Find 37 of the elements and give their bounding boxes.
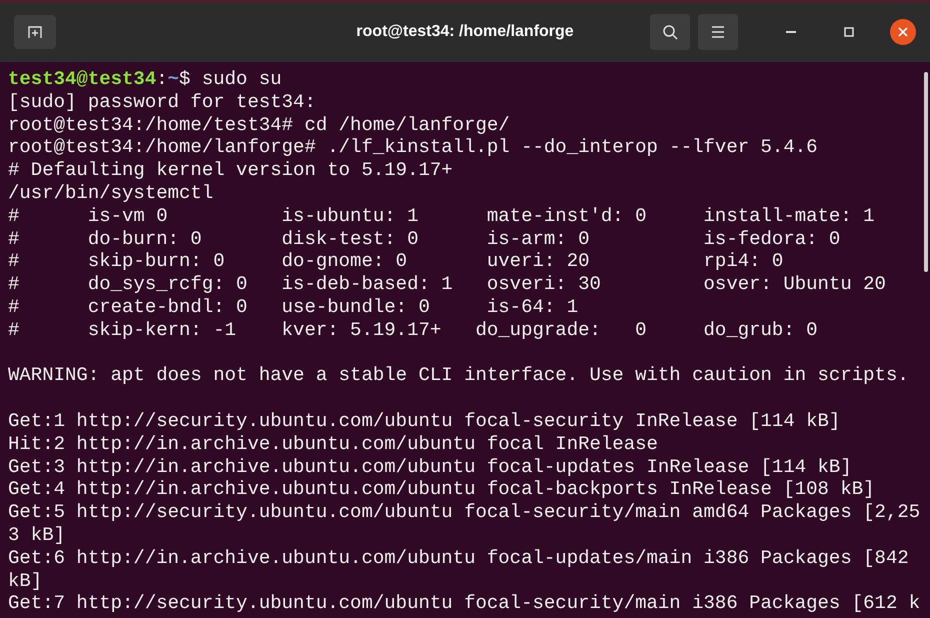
prompt-user-host: test34@test34 <box>8 68 156 90</box>
terminal-line: Get:1 http://security.ubuntu.com/ubuntu focal-security InRelease [114 kB] <box>8 410 840 432</box>
terminal-line: root@test34:/home/lanforge# ./lf_kinstall.pl --do_interop --lfver 5.4.6 <box>8 136 818 158</box>
terminal-line: WARNING: apt does not have a stable CLI interface. Use with caution in scripts. <box>8 364 909 386</box>
command-text: $ sudo su <box>179 68 282 90</box>
terminal-line: # skip-burn: 0 do-gnome: 0 uveri: 20 rpi4: 0 <box>8 250 784 272</box>
new-tab-button[interactable] <box>14 15 56 49</box>
menu-button[interactable] <box>698 14 738 50</box>
terminal-line: # is-vm 0 is-ubuntu: 1 mate-inst'd: 0 install-mate: 1 <box>8 204 875 227</box>
close-button[interactable] <box>890 19 916 45</box>
close-icon <box>898 27 908 37</box>
search-icon <box>662 24 678 40</box>
terminal-line: [sudo] password for test34: <box>8 90 316 113</box>
search-button[interactable] <box>650 14 690 50</box>
scrollbar-thumb[interactable] <box>924 72 928 272</box>
new-tab-icon <box>28 25 42 39</box>
terminal-line: root@test34:/home/test34# cd /home/lanforge/ <box>8 114 510 136</box>
terminal-line: Get:4 http://in.archive.ubuntu.com/ubuntu focal-backports InRelease [108 kB] <box>8 478 875 500</box>
maximize-icon <box>844 27 854 37</box>
terminal-line: Get:7 http://security.ubuntu.com/ubuntu focal-security/main i386 Packages [612 k <box>8 592 920 614</box>
terminal-line: # do-burn: 0 disk-test: 0 is-arm: 0 is-fedora: 0 <box>8 228 840 250</box>
terminal-line: # do_sys_rcfg: 0 is-deb-based: 1 osveri: 30 osver: Ubuntu 20 <box>8 273 886 296</box>
window-title: root@test34: /home/lanforge <box>355 22 575 42</box>
terminal-line: # create-bndl: 0 use-bundle: 0 is-64: 1 <box>8 296 578 318</box>
menu-icon <box>711 26 725 38</box>
terminal-line: Get:3 http://in.archive.ubuntu.com/ubuntu focal-updates InRelease [114 kB] <box>8 456 852 478</box>
terminal-line: Get:5 http://security.ubuntu.com/ubuntu focal-security/main amd64 Packages [2,25 <box>8 501 920 524</box>
minimize-icon <box>786 31 796 33</box>
terminal-line: Hit:2 http://in.archive.ubuntu.com/ubuntu focal InRelease <box>8 432 658 455</box>
prompt-path: ~ <box>168 68 180 90</box>
prompt-colon: : <box>156 68 168 90</box>
terminal-line: kB] <box>8 570 42 592</box>
terminal-line: # skip-kern: -1 kver: 5.19.17+ do_upgrade: 0 do_grub: 0 <box>8 318 818 341</box>
terminal-line: # Defaulting kernel version to 5.19.17+ <box>8 159 453 182</box>
terminal-line: 3 kB] <box>8 524 66 546</box>
terminal-line: /usr/bin/systemctl <box>8 182 214 204</box>
terminal-line: Get:6 http://in.archive.ubuntu.com/ubuntu focal-updates/main i386 Packages [842 <box>8 546 909 569</box>
